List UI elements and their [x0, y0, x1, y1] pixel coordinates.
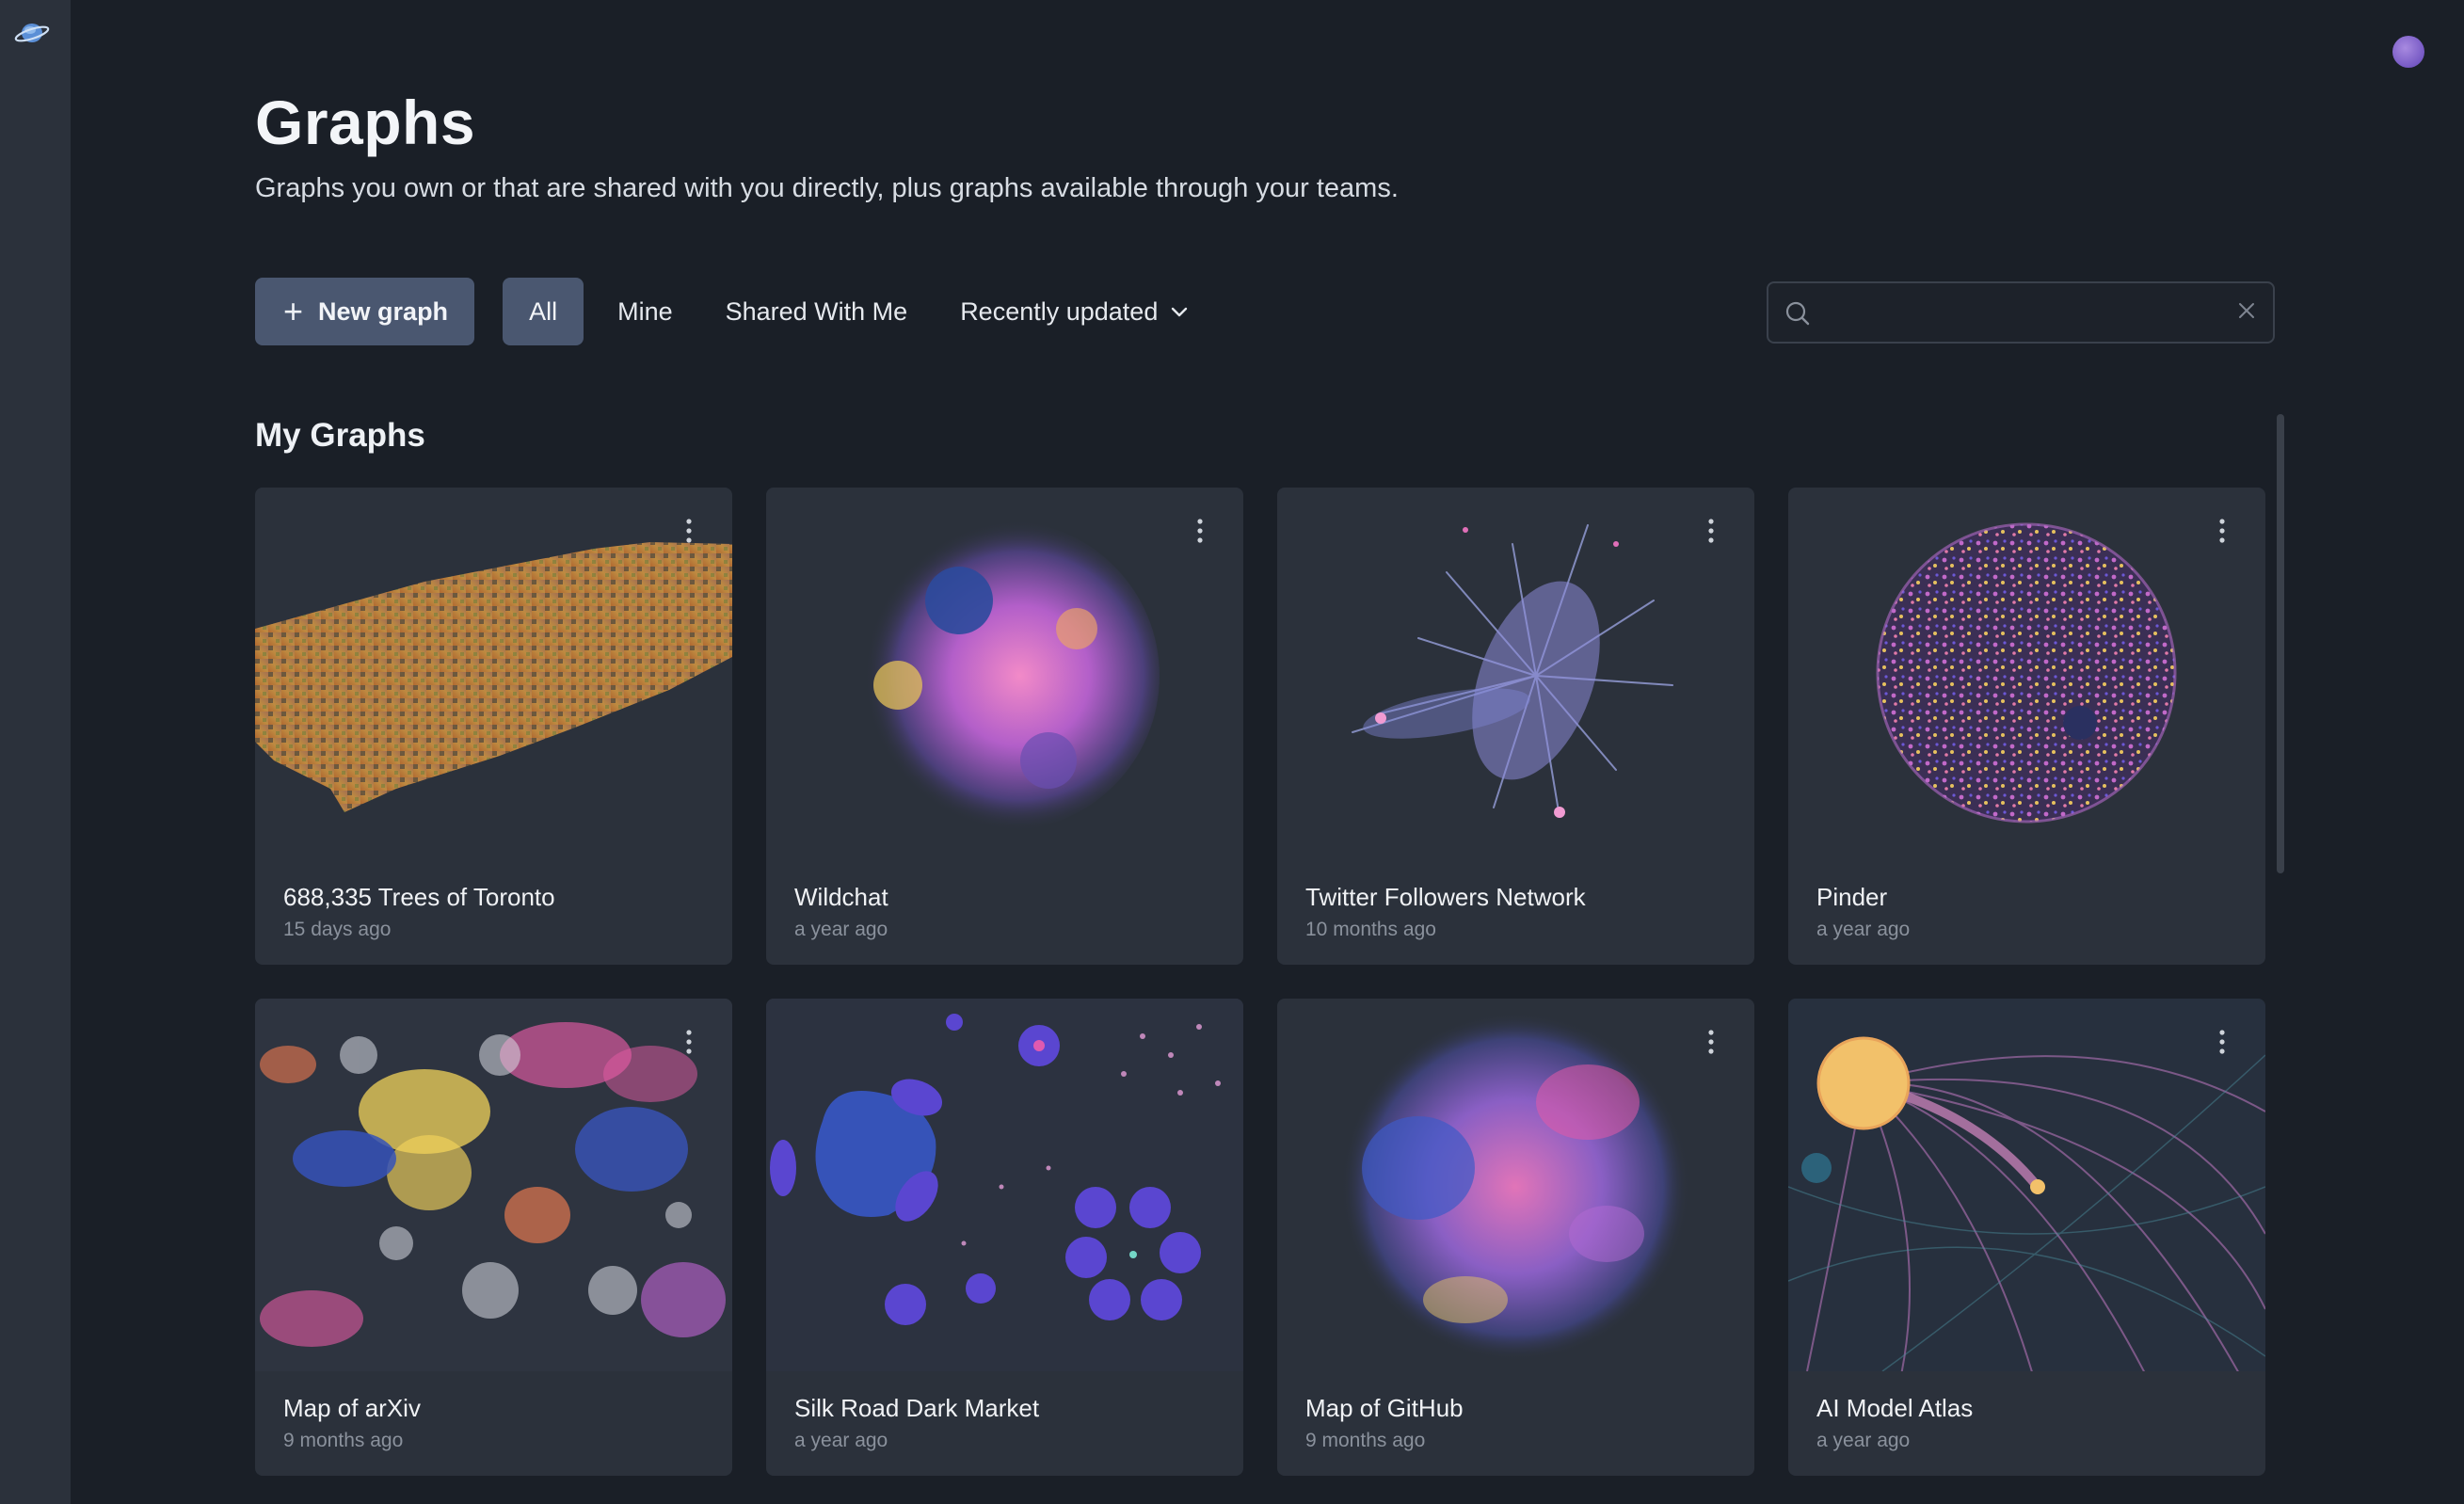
card-title: Map of arXiv [283, 1394, 421, 1422]
card-title: Twitter Followers Network [1305, 883, 1586, 911]
graph-card[interactable]: Map of GitHub 9 months ago [1277, 999, 1754, 1476]
card-title: Wildchat [794, 883, 888, 911]
filter-all-tab[interactable]: All [503, 278, 584, 345]
graph-thumbnail [1352, 524, 1673, 818]
card-updated: 10 months ago [1305, 919, 1436, 940]
graph-thumbnail [1876, 522, 2177, 824]
graph-card[interactable]: Pinder a year ago [1788, 488, 2265, 965]
card-updated: a year ago [794, 1430, 888, 1451]
graph-card[interactable]: Map of arXiv 9 months ago [255, 999, 732, 1476]
sidebar [0, 0, 71, 1504]
toolbar: + New graph All Mine Shared With Me Rece… [255, 278, 1214, 345]
graph-card[interactable]: AI Model Atlas a year ago [1788, 999, 2265, 1476]
new-graph-label: New graph [318, 296, 449, 326]
chevron-down-icon [1172, 307, 1188, 317]
card-updated: 9 months ago [283, 1430, 404, 1451]
new-graph-button[interactable]: + New graph [255, 278, 475, 345]
close-icon[interactable] [2235, 299, 2258, 322]
page-subtitle: Graphs you own or that are shared with y… [255, 173, 1399, 203]
card-updated: 9 months ago [1305, 1430, 1426, 1451]
card-title: 688,335 Trees of Toronto [283, 883, 555, 911]
card-updated: a year ago [1816, 919, 1911, 940]
graph-card[interactable]: Silk Road Dark Market a year ago [766, 999, 1243, 1476]
graph-thumbnail [255, 999, 732, 1371]
user-avatar[interactable] [2392, 36, 2424, 68]
graph-thumbnail [766, 999, 1243, 1371]
card-updated: a year ago [1816, 1430, 1911, 1451]
plus-icon: + [283, 292, 304, 330]
kebab-menu-icon[interactable] [1705, 1029, 1717, 1055]
kebab-menu-icon[interactable] [2216, 1029, 2228, 1055]
kebab-menu-icon[interactable] [2216, 518, 2228, 544]
graph-card[interactable]: 688,335 Trees of Toronto 15 days ago [255, 488, 732, 965]
kebab-menu-icon[interactable] [1194, 518, 1206, 544]
graph-thumbnail [1788, 999, 2265, 1371]
card-title: Map of GitHub [1305, 1394, 1464, 1422]
scrollbar[interactable] [2277, 414, 2284, 873]
sort-dropdown[interactable]: Recently updated [934, 278, 1214, 345]
card-title: Silk Road Dark Market [794, 1394, 1040, 1422]
card-title: Pinder [1816, 883, 1888, 911]
graph-card[interactable]: Twitter Followers Network 10 months ago [1277, 488, 1754, 965]
filter-shared-tab[interactable]: Shared With Me [699, 278, 935, 345]
graph-thumbnail [849, 520, 1160, 831]
card-updated: a year ago [794, 919, 888, 940]
card-updated: 15 days ago [283, 919, 392, 940]
card-title: AI Model Atlas [1816, 1394, 1974, 1422]
section-title: My Graphs [255, 417, 425, 454]
graph-grid: 688,335 Trees of Toronto 15 days ago Wil… [255, 488, 2265, 1476]
filter-mine-tab[interactable]: Mine [591, 278, 699, 345]
page-title: Graphs [255, 88, 476, 157]
planet-logo-icon[interactable] [13, 17, 51, 47]
graph-card[interactable]: Wildchat a year ago [766, 488, 1243, 965]
graph-thumbnail [1341, 1013, 1689, 1361]
search-icon [1785, 301, 1810, 326]
graph-thumbnail [255, 542, 732, 812]
search-box[interactable] [1767, 281, 2275, 344]
sort-label: Recently updated [960, 296, 1159, 326]
kebab-menu-icon[interactable] [683, 1029, 695, 1055]
kebab-menu-icon[interactable] [683, 518, 695, 544]
kebab-menu-icon[interactable] [1705, 518, 1717, 544]
